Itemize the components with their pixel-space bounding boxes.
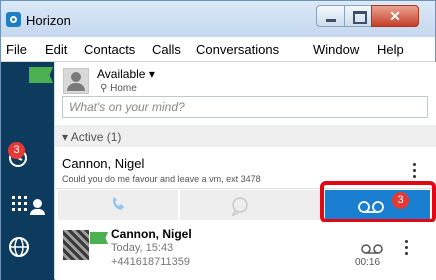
voicemail-time: Today, 15:43 (111, 242, 174, 254)
presence-flag-icon (29, 67, 53, 83)
title-bar: Horizon ✕ (1, 1, 435, 37)
active-section-header[interactable]: ▾ Active (1) (55, 125, 436, 147)
location-text: Home (110, 83, 137, 94)
mind-input[interactable]: What's on your mind? (62, 96, 428, 118)
history-badge: 3 (8, 142, 25, 159)
menu-bar: File Edit Contacts Calls Conversations W… (1, 37, 435, 62)
avatar[interactable] (63, 68, 89, 94)
menu-edit[interactable]: Edit (45, 42, 67, 57)
menu-conversations[interactable]: Conversations (196, 42, 279, 57)
transfer-button[interactable] (58, 190, 178, 220)
chat-icon (231, 197, 248, 217)
voicemail-kebab-icon[interactable] (405, 240, 409, 256)
globe-button[interactable] (1, 232, 54, 268)
voicemail-item[interactable]: Cannon, Nigel Today, 15:43 +441618711359… (55, 222, 436, 278)
active-section-label: ▾ Active (1) (62, 130, 122, 144)
chat-button[interactable] (180, 190, 320, 220)
menu-window[interactable]: Window (313, 42, 359, 57)
caller-kebab-icon[interactable] (413, 163, 417, 179)
call-transfer-icon (113, 197, 124, 210)
sidebar: 3 (1, 62, 54, 280)
menu-calls[interactable]: Calls (152, 42, 181, 57)
location-field: ⚲ Home (100, 83, 137, 94)
menu-contacts[interactable]: Contacts (84, 42, 135, 57)
caller-name: Cannon, Nigel (62, 156, 145, 171)
maximize-icon[interactable] (344, 5, 372, 27)
presence-status-dropdown[interactable]: Available ▾ (97, 67, 155, 81)
window-title: Horizon (26, 13, 71, 28)
app-icon (6, 12, 21, 27)
presence-flag-icon (90, 232, 108, 244)
voicemail-thumbnail (63, 230, 89, 260)
minimize-icon[interactable] (316, 5, 345, 27)
history-button[interactable]: 3 (1, 134, 54, 170)
voicemail-caller-name: Cannon, Nigel (111, 227, 192, 241)
menu-help[interactable]: Help (377, 42, 404, 57)
close-icon[interactable]: ✕ (371, 5, 419, 27)
voicemail-duration: 00:16 (355, 257, 381, 268)
contacts-button[interactable] (1, 98, 54, 215)
dialpad-button[interactable] (1, 188, 54, 224)
dialpad-icon (12, 196, 27, 211)
app-window: Horizon ✕ File Edit Contacts Calls Conve… (0, 0, 436, 280)
globe-icon (9, 237, 29, 257)
voicemail-icon (361, 244, 383, 254)
location-pin-icon: ⚲ (100, 83, 111, 94)
main-content: Available ▾ ⚲ Home What's on your mind? … (55, 62, 436, 280)
menu-file[interactable]: File (6, 42, 27, 57)
voicemail-number: +441618711359 (111, 256, 191, 268)
voicemail-highlight (320, 181, 436, 223)
caller-message: Could you do me favour and leave a vm, e… (62, 174, 261, 184)
